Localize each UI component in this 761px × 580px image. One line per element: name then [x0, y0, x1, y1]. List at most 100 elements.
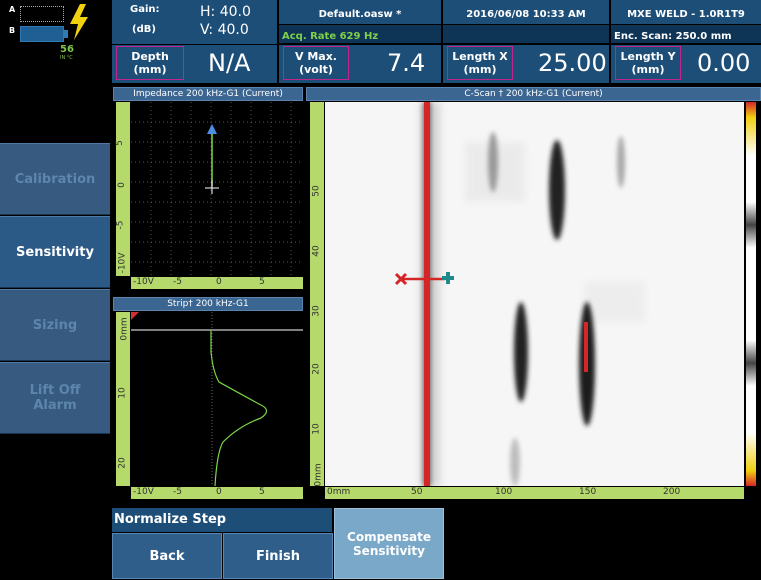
lengthy-label-box: Length Y (mm) [615, 46, 681, 80]
sidebar-item-calibration[interactable]: Calibration [0, 143, 110, 215]
compensate-sensitivity-button[interactable]: Compensate Sensitivity [334, 508, 444, 579]
cscan-plot[interactable] [325, 102, 744, 486]
cscan-y-tick: 20 [311, 363, 322, 375]
back-button[interactable]: Back [112, 533, 222, 579]
impedance-y-tick: 5 [114, 140, 125, 146]
channel-a-indicator [20, 6, 64, 22]
depth-value: N/A [208, 49, 251, 77]
impedance-x-tick: 0 [216, 277, 222, 287]
cscan-y-tick: 30 [311, 305, 322, 317]
strip-y-tick: 0mm [119, 317, 130, 341]
depth-reading[interactable]: Depth (mm) N/A [112, 45, 277, 83]
cscan-y-ruler: 50 40 30 20 10 0mm [310, 102, 324, 487]
sidebar-item-label: Calibration [14, 171, 96, 187]
app-version: MXE WELD - 1.0R1T9 [627, 9, 745, 20]
gain-v-value[interactable]: V: 40.0 [200, 22, 249, 38]
gain-unit: (dB) [132, 24, 156, 35]
battery-icon [20, 26, 64, 42]
lengthy-reading[interactable]: Length Y (mm) 0.00 [611, 45, 761, 83]
finish-button[interactable]: Finish [223, 533, 333, 579]
strip-x-tick: -10V [133, 487, 154, 497]
sidebar-item-label: Sensitivity [16, 244, 94, 260]
strip-x-ruler: -10V -5 0 5 [131, 487, 303, 499]
sidebar-item-label: Sizing [32, 317, 78, 333]
cscan-title: C-Scan † 200 kHz-G1 (Current) [464, 89, 603, 99]
strip-x-tick: -5 [173, 487, 182, 497]
cscan-x-tick: 100 [495, 487, 513, 497]
lengthx-value: 25.00 [538, 49, 607, 77]
vmax-unit: (volt) [299, 63, 333, 76]
datetime-bar: 2016/06/08 10:33 AM [443, 0, 609, 24]
app-version-bar: MXE WELD - 1.0R1T9 [611, 0, 761, 24]
charging-bolt-icon [68, 4, 90, 40]
cscan-x-ruler: 0mm 50 100 150 200 [325, 487, 744, 499]
cscan-color-scale [746, 102, 756, 486]
strip-y-tick: 10 [117, 387, 128, 399]
battery-unit: IN °C [60, 55, 73, 61]
file-name: Default.oasw * [318, 9, 402, 20]
impedance-plot[interactable] [131, 102, 303, 276]
datetime: 2016/06/08 10:33 AM [466, 9, 586, 20]
cscan-x-tick: 200 [663, 487, 681, 497]
enc-scan-bar: Enc. Scan: 250.0 mm [611, 25, 761, 43]
impedance-x-ruler: -10V -5 0 5 [131, 277, 303, 289]
impedance-y-tick: -5 [115, 220, 126, 230]
normalize-step-text: Normalize Step [114, 512, 227, 527]
sidebar-item-sensitivity[interactable]: Sensitivity [0, 216, 110, 288]
sidebar-item-sizing[interactable]: Sizing [0, 289, 110, 361]
acq-rate-bar: Acq. Rate 629 Hz [279, 25, 441, 43]
strip-x-tick: 0 [216, 487, 222, 497]
sidebar-item-label: Lift Off Alarm [29, 383, 81, 413]
cscan-y-tick: 10 [311, 423, 322, 435]
gain-h-value[interactable]: H: 40.0 [200, 4, 251, 20]
acq-rate: Acq. Rate 629 Hz [282, 31, 379, 42]
impedance-title-bar: Impedance 200 kHz-G1 (Current) [113, 87, 303, 101]
strip-y-ruler: 0mm 10 20 [116, 312, 130, 486]
channel-a-label: A [9, 5, 16, 14]
cscan-y-tick: 0mm [313, 463, 324, 487]
status-panel: A B 56 IN °C [0, 0, 110, 88]
cscan-x-tick: 50 [411, 487, 423, 497]
lengthy-unit: (mm) [631, 63, 665, 76]
lengthx-unit: (mm) [463, 63, 497, 76]
strip-y-tick: 20 [117, 457, 128, 469]
finish-button-label: Finish [255, 549, 301, 564]
cscan-x-tick: 150 [579, 487, 597, 497]
impedance-x-tick: -5 [173, 277, 182, 287]
strip-x-tick: 5 [259, 487, 265, 497]
impedance-x-tick: 5 [259, 277, 265, 287]
datetime-sub-bar [443, 25, 609, 43]
lengthx-label: Length X [452, 50, 508, 63]
file-name-bar: Default.oasw * [279, 0, 441, 24]
vmax-label: V Max. [295, 50, 337, 63]
gain-label: Gain: [130, 4, 160, 15]
enc-scan: Enc. Scan: 250.0 mm [614, 31, 732, 42]
cscan-y-tick: 50 [311, 185, 322, 197]
lengthy-value: 0.00 [697, 49, 751, 77]
channel-b-label: B [9, 26, 16, 35]
normalize-step-label: Normalize Step [112, 508, 332, 532]
vmax-label-box: V Max. (volt) [283, 46, 349, 80]
battery-value: 56 [60, 44, 74, 55]
lengthx-label-box: Length X (mm) [447, 46, 513, 80]
cscan-y-tick: 40 [311, 245, 322, 257]
sidebar-item-lift-off-alarm[interactable]: Lift Off Alarm [0, 362, 110, 434]
impedance-y-ruler: 5 0 -5 -10V [114, 102, 130, 276]
vmax-value: 7.4 [387, 49, 426, 77]
impedance-title: Impedance 200 kHz-G1 (Current) [133, 89, 283, 99]
compensate-button-label: Compensate Sensitivity [347, 529, 431, 558]
strip-title: Strip† 200 kHz-G1 [167, 299, 249, 309]
impedance-y-tick: -10V [117, 252, 128, 274]
cscan-x-tick: 0mm [327, 487, 351, 497]
back-button-label: Back [149, 549, 185, 564]
cscan-title-bar: C-Scan † 200 kHz-G1 (Current) [306, 87, 761, 101]
lengthx-reading[interactable]: Length X (mm) 25.00 [443, 45, 609, 83]
vmax-reading[interactable]: V Max. (volt) 7.4 [279, 45, 441, 83]
impedance-x-tick: -10V [133, 277, 154, 287]
strip-title-bar: Strip† 200 kHz-G1 [113, 297, 303, 311]
strip-plot[interactable] [131, 312, 303, 487]
depth-label: Depth [131, 50, 169, 63]
depth-label-box: Depth (mm) [116, 46, 184, 80]
lengthy-label: Length Y [620, 50, 676, 63]
depth-unit: (mm) [133, 63, 167, 76]
